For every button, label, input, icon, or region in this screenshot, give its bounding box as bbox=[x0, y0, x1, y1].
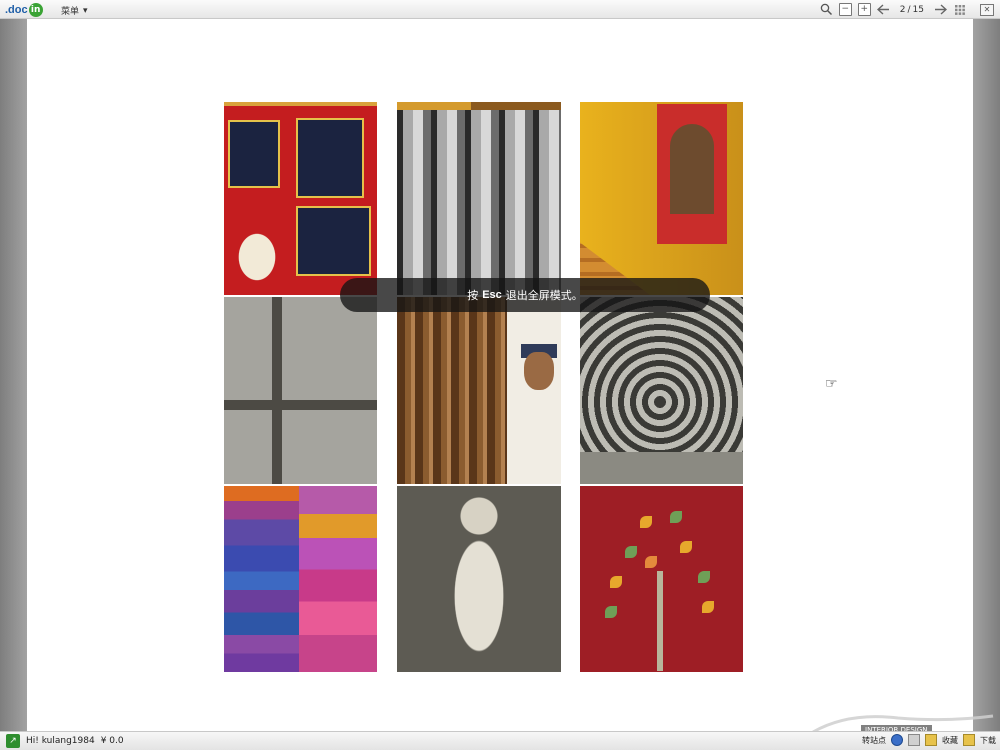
prev-page-icon[interactable] bbox=[876, 3, 890, 16]
folder-icon[interactable] bbox=[925, 734, 937, 746]
chevron-down-icon: ▾ bbox=[83, 5, 88, 16]
ie-icon[interactable] bbox=[891, 734, 903, 746]
top-toolbar: .doc in 菜单 ▾ − + 2 / 15 ✕ bbox=[0, 0, 1000, 19]
photo-man-carved-doors bbox=[397, 297, 561, 484]
photo-tree-of-life bbox=[580, 486, 743, 672]
photo-spiral-carving bbox=[580, 297, 743, 484]
download-folder-icon[interactable] bbox=[963, 734, 975, 746]
download-label[interactable]: 下载 bbox=[980, 735, 996, 746]
page-indicator: 2 / 15 bbox=[896, 5, 928, 15]
photo-yellow-wall-red-door bbox=[580, 102, 743, 295]
photo-cobblestone-cross bbox=[224, 297, 377, 484]
current-page[interactable]: 2 bbox=[900, 5, 906, 15]
balance: ¥ 0.0 bbox=[100, 736, 124, 746]
search-icon[interactable] bbox=[820, 3, 833, 16]
user-greeting[interactable]: Hi! kulang1984 bbox=[26, 736, 95, 746]
exit-fullscreen-notice: 按 Esc 退出全屏模式。 bbox=[340, 278, 710, 312]
menu-button[interactable]: 菜单 ▾ bbox=[61, 4, 88, 18]
site-switch-label[interactable]: 转站点 bbox=[862, 735, 886, 746]
photo-carved-columns bbox=[397, 102, 561, 295]
docin-logo[interactable]: .doc in bbox=[5, 2, 43, 17]
right-gutter bbox=[973, 19, 1000, 731]
notice-prefix: 按 bbox=[467, 289, 479, 302]
zoom-out-button[interactable]: − bbox=[838, 3, 852, 16]
favorite-label[interactable]: 收藏 bbox=[942, 735, 958, 746]
photo-stone-statue bbox=[397, 486, 561, 672]
bottom-status-bar: ↗ Hi! kulang1984 ¥ 0.0 转站点 收藏 下载 bbox=[0, 731, 1000, 750]
notice-suffix: 退出全屏模式。 bbox=[505, 289, 583, 302]
left-gutter bbox=[0, 19, 27, 731]
esc-key-label: Esc bbox=[482, 289, 502, 301]
tray-icon[interactable] bbox=[908, 734, 920, 746]
photo-textile-birds bbox=[224, 102, 377, 295]
zoom-in-button[interactable]: + bbox=[857, 3, 871, 16]
photo-color-pigments bbox=[224, 486, 377, 672]
menu-label: 菜单 bbox=[61, 7, 80, 17]
hand-cursor-icon: ☞ bbox=[825, 376, 838, 392]
logo-badge: in bbox=[28, 2, 43, 17]
close-fullscreen-button[interactable]: ✕ bbox=[980, 3, 994, 16]
expand-arrow-icon[interactable]: ↗ bbox=[6, 734, 20, 748]
next-page-icon[interactable] bbox=[934, 3, 947, 16]
logo-text: .doc bbox=[5, 3, 28, 16]
total-pages: 15 bbox=[912, 4, 924, 15]
grid-view-icon[interactable] bbox=[953, 3, 966, 16]
page-separator: / bbox=[907, 4, 911, 15]
